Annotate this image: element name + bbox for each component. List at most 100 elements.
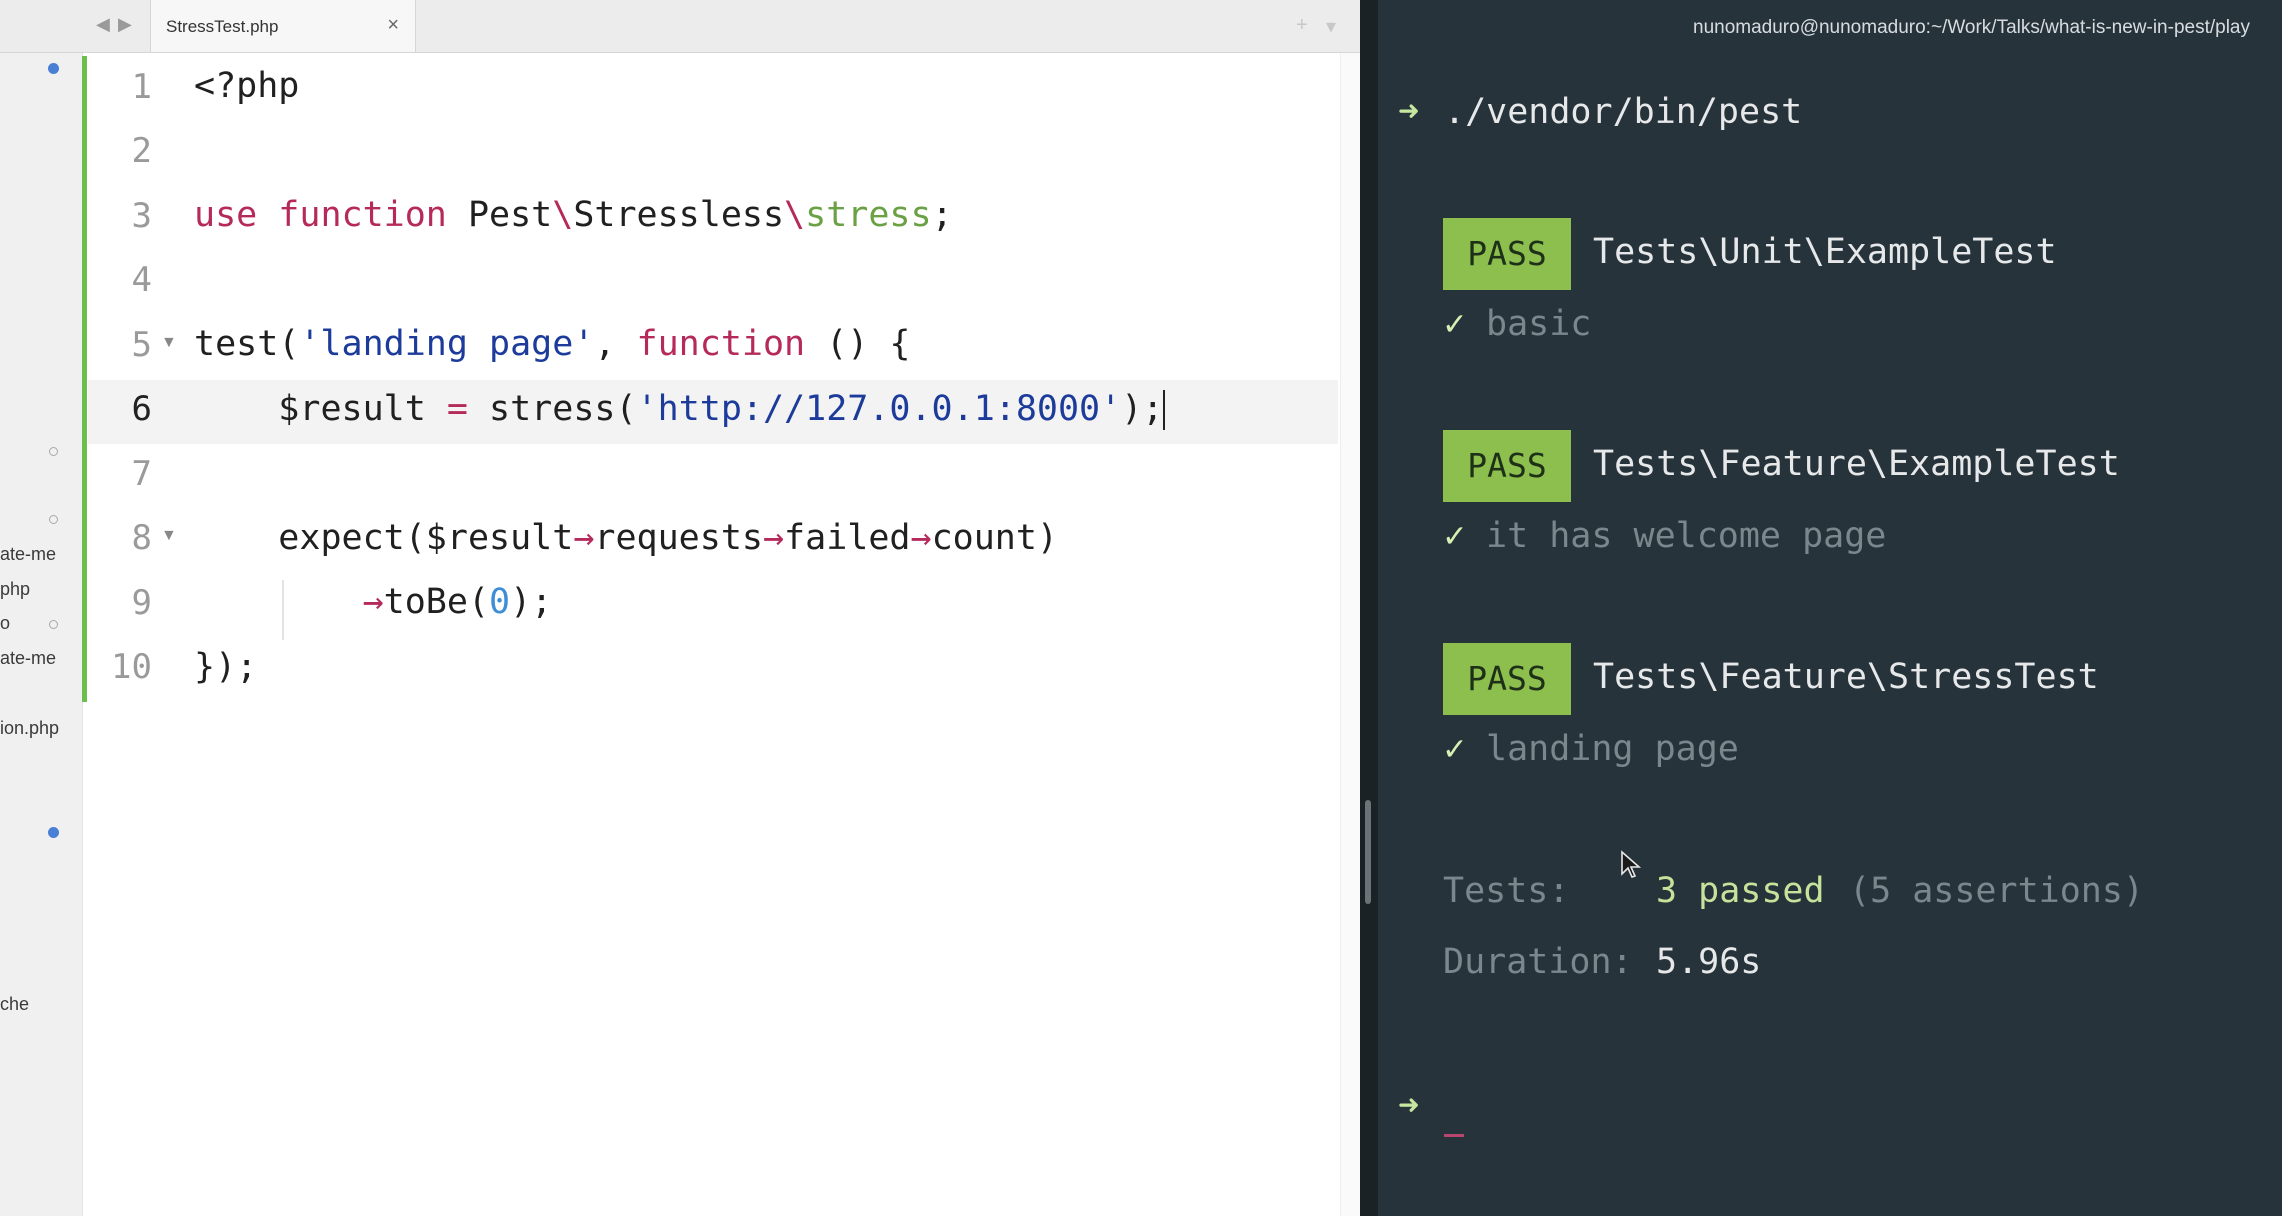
line-number: 8 [131,518,152,558]
namespace-stressless: Stressless [573,195,785,235]
editor-tab-bar: ◀ ▶ StressTest.php × + ▾ [0,0,1360,53]
semicolon: ; [931,195,953,235]
code-line-8[interactable]: expect($result→requests→failed→count) [194,518,1058,558]
closure-open: () { [805,324,911,364]
tab-menu-icon[interactable]: ▾ [1326,14,1336,39]
fold-chevron-down-icon[interactable]: ▼ [161,527,177,545]
suite-name: Tests\Unit\ExampleTest [1593,232,2057,272]
fold-chevron-down-icon[interactable]: ▼ [161,334,177,352]
line-number: 6 [131,389,152,429]
terminal-title-bar: nunomaduro@nunomaduro:~/Work/Talks/what-… [1378,0,2282,52]
pass-badge: PASS [1443,430,1571,502]
sidebar-file-item[interactable]: che [0,994,29,1015]
line-number: 10 [111,647,152,687]
duration-value: 5.96s [1656,942,1762,982]
nav-forward-icon[interactable]: ▶ [118,14,132,35]
modified-lines-marker [82,56,87,702]
arrow-operator: → [762,518,785,558]
url-string: 'http://127.0.0.1:8000' [636,389,1122,429]
stress-call: stress( [489,389,637,429]
arrow-operator: → [362,582,384,622]
arrow-operator: → [573,518,595,558]
keyword-use: use [194,195,258,235]
check-icon: ✓ [1444,304,1466,344]
modified-dot-icon [48,63,59,74]
editor-scrollbar[interactable] [1340,53,1360,1216]
property-failed: failed [784,518,911,558]
terminal-cursor [1444,1134,1464,1137]
keyword-function: function [278,195,447,235]
keyword-function: function [636,324,806,364]
code-line-1[interactable]: <?php [194,66,299,106]
call-close: ); [510,582,553,622]
line-number: 1 [131,67,152,107]
arrow-operator: → [910,518,932,558]
duration-label: Duration: [1443,942,1633,982]
pass-badge: PASS [1443,643,1571,715]
suite-name: Tests\Feature\ExampleTest [1593,444,2120,484]
function-stress: stress [805,195,932,235]
namespace-pest: Pest [467,195,553,235]
tobe-call: toBe( [383,582,490,622]
assertions-count: (5 assertions) [1849,871,2145,911]
variable-result: $result [278,389,426,429]
test-name-string: 'landing page' [299,324,595,364]
sidebar-file-item[interactable]: ion.php [0,718,59,739]
line-number: 4 [131,260,152,300]
line-number: 5 [131,325,152,365]
tab-stresstest[interactable]: StressTest.php × [150,0,416,52]
line-number: 2 [131,131,152,171]
add-tab-icon[interactable]: + [1296,14,1308,37]
line-number: 9 [131,583,152,623]
assign-operator: = [425,389,490,429]
code-line-5[interactable]: test('landing page', function () { [194,324,910,364]
code-line-3[interactable]: use function Pest\Stressless\stress; [194,195,953,235]
pass-badge: PASS [1443,218,1571,290]
divider-drag-handle[interactable] [1365,800,1371,904]
sidebar-file-item[interactable]: ate-me [0,648,56,669]
namespace-separator: \ [552,195,574,235]
check-icon: ✓ [1444,516,1466,556]
code-line-9[interactable]: →toBe(0); [194,582,553,622]
prompt-arrow-icon: ➜ [1398,92,1420,132]
mouse-pointer-icon [1621,850,1642,878]
code-editor-window: ◀ ▶ StressTest.php × + ▾ ate-me php o at… [0,0,1360,1216]
code-line-6[interactable]: $result = stress('http://127.0.0.1:8000'… [194,389,1166,430]
tests-label: Tests: [1443,871,1570,911]
test-name: landing page [1486,729,1739,769]
text-cursor [1163,390,1166,430]
call-close: ); [1121,389,1164,429]
terminal-title: nunomaduro@nunomaduro:~/Work/Talks/what-… [1693,17,2251,38]
terminal-command: ./vendor/bin/pest [1444,92,1803,132]
terminal-window[interactable]: nunomaduro@nunomaduro:~/Work/Talks/what-… [1378,0,2282,1216]
modified-dot-icon [48,827,59,838]
check-icon: ✓ [1444,729,1466,769]
php-open-tag: <?php [194,66,300,106]
tab-title: StressTest.php [166,17,279,36]
sidebar-file-item[interactable]: php [0,579,30,600]
number-literal: 0 [489,582,511,622]
prompt-arrow-icon: ➜ [1398,1086,1420,1126]
test-name: it has welcome page [1486,516,1887,556]
line-number: 3 [131,196,152,236]
close-icon[interactable]: × [387,14,399,37]
closure-close: }); [194,647,258,687]
file-status-dot-icon [49,620,58,629]
sidebar-file-item[interactable]: o [0,613,10,634]
pane-divider[interactable] [1360,0,1378,1216]
file-status-dot-icon [49,515,58,524]
suite-name: Tests\Feature\StressTest [1593,657,2099,697]
property-count: count) [931,518,1058,558]
file-sidebar: ate-me php o ate-me ion.php che [0,53,83,1216]
property-requests: requests [594,518,763,558]
sidebar-file-item[interactable]: ate-me [0,544,56,565]
file-status-dot-icon [49,447,58,456]
comma: , [594,324,637,364]
test-call: test( [194,324,300,364]
test-name: basic [1486,304,1592,344]
tests-passed: 3 passed [1656,871,1825,911]
code-line-10[interactable]: }); [194,647,257,687]
expect-call: expect($result [278,518,574,558]
nav-back-icon[interactable]: ◀ [96,14,110,35]
namespace-separator: \ [784,195,806,235]
